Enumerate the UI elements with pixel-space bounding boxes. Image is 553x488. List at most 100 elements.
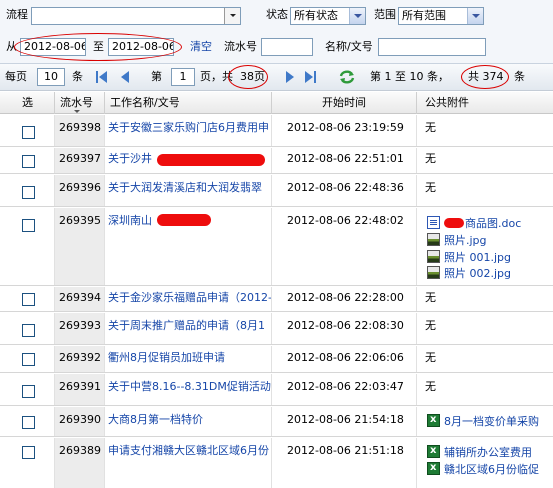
last-page-icon[interactable] [305, 71, 319, 83]
table-row: 269393 关于周末推广赠品的申请（8月1 2012-08-06 22:08:… [0, 313, 553, 345]
row-checkbox[interactable] [22, 353, 35, 366]
row-checkbox[interactable] [22, 293, 35, 306]
time-cell: 2012-08-06 22:48:02 [272, 208, 417, 285]
table-row: 269392 衢州8月促销员加班申请 2012-08-06 22:06:06 无 [0, 346, 553, 373]
date-to-input[interactable]: 2012-08-06 [108, 38, 174, 56]
name-cell: 关于大润发清溪店和大润发翡翠 [105, 175, 272, 206]
name-cell: 关于金沙家乐福赠品申请（2012- [105, 287, 272, 311]
attachment-cell: 无 [425, 121, 436, 134]
per-page-unit: 条 [72, 70, 83, 83]
row-checkbox[interactable] [22, 416, 35, 429]
serial-cell: 269395 [55, 208, 105, 285]
select-cell [0, 175, 55, 206]
redaction-mark [157, 214, 211, 226]
serial-input[interactable] [261, 38, 313, 56]
select-cell [0, 287, 55, 311]
serial-cell: 269390 [55, 407, 105, 436]
row-checkbox[interactable] [22, 446, 35, 459]
col-attachments: 公共附件 [425, 96, 469, 109]
serial-label: 流水号 [224, 40, 257, 53]
total-unit: 条 [514, 70, 525, 83]
attachment-jpg[interactable]: 照片 002.jpg [427, 266, 511, 281]
attachment-cell: 无 [425, 152, 436, 165]
select-cell [0, 407, 55, 436]
work-name-link[interactable]: 衢州8月促销员加班申请 [108, 351, 225, 365]
next-page-icon[interactable] [286, 71, 295, 83]
work-name-link[interactable]: 大商8月第一档特价 [108, 413, 203, 427]
attachment-jpg[interactable]: 照片.jpg [427, 233, 487, 248]
table-row: 269398 关于安徽三家乐购门店6月费用申 2012-08-06 23:19:… [0, 115, 553, 147]
excel-file-icon [427, 444, 440, 458]
attachment-xls[interactable]: 赣北区域6月份临促 [427, 461, 539, 477]
chevron-down-icon[interactable] [224, 8, 240, 24]
name-input[interactable] [378, 38, 486, 56]
work-name-link[interactable]: 关于中营8.16--8.31DM促销活动 [108, 380, 271, 394]
date-from-input[interactable]: 2012-08-06 [20, 38, 86, 56]
status-label: 状态 [266, 8, 288, 21]
scope-label: 范围 [374, 8, 396, 21]
row-checkbox[interactable] [22, 155, 35, 168]
attachment-xls[interactable]: 辅销所办公室费用 [427, 444, 532, 460]
serial-cell: 269393 [55, 313, 105, 344]
page-total-label: 页，共 [200, 70, 233, 83]
row-checkbox[interactable] [22, 186, 35, 199]
range-text: 第 1 至 10 条， [370, 70, 449, 83]
row-checkbox[interactable] [22, 219, 35, 232]
page-input[interactable]: 1 [171, 68, 195, 86]
name-label: 名称/文号 [325, 40, 373, 53]
first-page-icon[interactable] [96, 71, 110, 83]
row-checkbox[interactable] [22, 324, 35, 337]
name-cell: 深圳南山 [105, 208, 272, 285]
work-name-link[interactable]: 关于金沙家乐福赠品申请（2012- [108, 291, 271, 305]
work-name-link[interactable]: 申请支付湘赣大区赣北区域6月份 [108, 444, 269, 458]
time-cell: 2012-08-06 22:28:00 [272, 287, 417, 311]
col-name[interactable]: 工作名称/文号 [105, 92, 272, 114]
attachment-jpg[interactable]: 照片 001.jpg [427, 250, 511, 265]
chevron-down-icon[interactable] [467, 8, 483, 24]
image-file-icon [427, 266, 440, 279]
excel-file-icon [427, 413, 440, 427]
work-name-link[interactable]: 关于大润发清溪店和大润发翡翠 [108, 181, 262, 195]
word-doc-icon [427, 216, 440, 229]
redaction-mark [157, 154, 265, 166]
table-row: 269396 关于大润发清溪店和大润发翡翠 2012-08-06 22:48:3… [0, 175, 553, 207]
attachment-doc[interactable]: 商品图.doc [427, 216, 521, 231]
table-row: 269394 关于金沙家乐福赠品申请（2012- 2012-08-06 22:2… [0, 287, 553, 312]
row-checkbox[interactable] [22, 385, 35, 398]
work-name-link[interactable]: 关于周末推广赠品的申请（8月1 [108, 319, 265, 333]
time-cell: 2012-08-06 22:03:47 [272, 374, 417, 405]
prev-page-icon[interactable] [121, 71, 130, 83]
time-cell: 2012-08-06 22:48:36 [272, 175, 417, 206]
attachment-xls[interactable]: 8月一档变价单采购 [427, 413, 539, 429]
col-start-time[interactable]: 开始时间 [272, 92, 417, 114]
scope-select[interactable]: 所有范围 [398, 7, 484, 25]
attachment-cell: 无 [425, 319, 436, 332]
name-cell: 关于沙井 [105, 148, 272, 173]
image-file-icon [427, 233, 440, 246]
serial-cell: 269398 [55, 115, 105, 146]
table-header: 选 流水号 工作名称/文号 开始时间 公共附件 [0, 92, 553, 114]
select-cell [0, 374, 55, 405]
table-row: 269389 申请支付湘赣大区赣北区域6月份 2012-08-06 21:51:… [0, 438, 553, 488]
clear-link[interactable]: 清空 [190, 38, 212, 56]
refresh-icon[interactable] [338, 69, 356, 85]
chevron-down-icon[interactable] [349, 8, 365, 24]
total-count: 共 374 [468, 70, 504, 83]
row-checkbox[interactable] [22, 126, 35, 139]
work-name-link[interactable]: 关于沙井 [108, 152, 152, 166]
time-cell: 2012-08-06 22:51:01 [272, 148, 417, 173]
filter-panel: 流程 状态 所有状态 范围 所有范围 从 2012-08-06 至 2012-0… [0, 0, 553, 64]
process-label: 流程 [6, 8, 28, 21]
select-cell [0, 313, 55, 344]
table-row: 269395 深圳南山 2012-08-06 22:48:02 商品图.doc … [0, 208, 553, 286]
process-select[interactable] [31, 7, 241, 25]
table-row: 269391 关于中营8.16--8.31DM促销活动 2012-08-06 2… [0, 374, 553, 406]
work-name-link[interactable]: 关于安徽三家乐购门店6月费用申 [108, 121, 269, 135]
serial-cell: 269392 [55, 346, 105, 372]
serial-cell: 269391 [55, 374, 105, 405]
work-name-link[interactable]: 深圳南山 [108, 214, 152, 228]
status-select[interactable]: 所有状态 [290, 7, 366, 25]
col-serial[interactable]: 流水号 [55, 92, 105, 114]
per-page-input[interactable]: 10 [37, 68, 65, 86]
time-cell: 2012-08-06 22:06:06 [272, 346, 417, 372]
